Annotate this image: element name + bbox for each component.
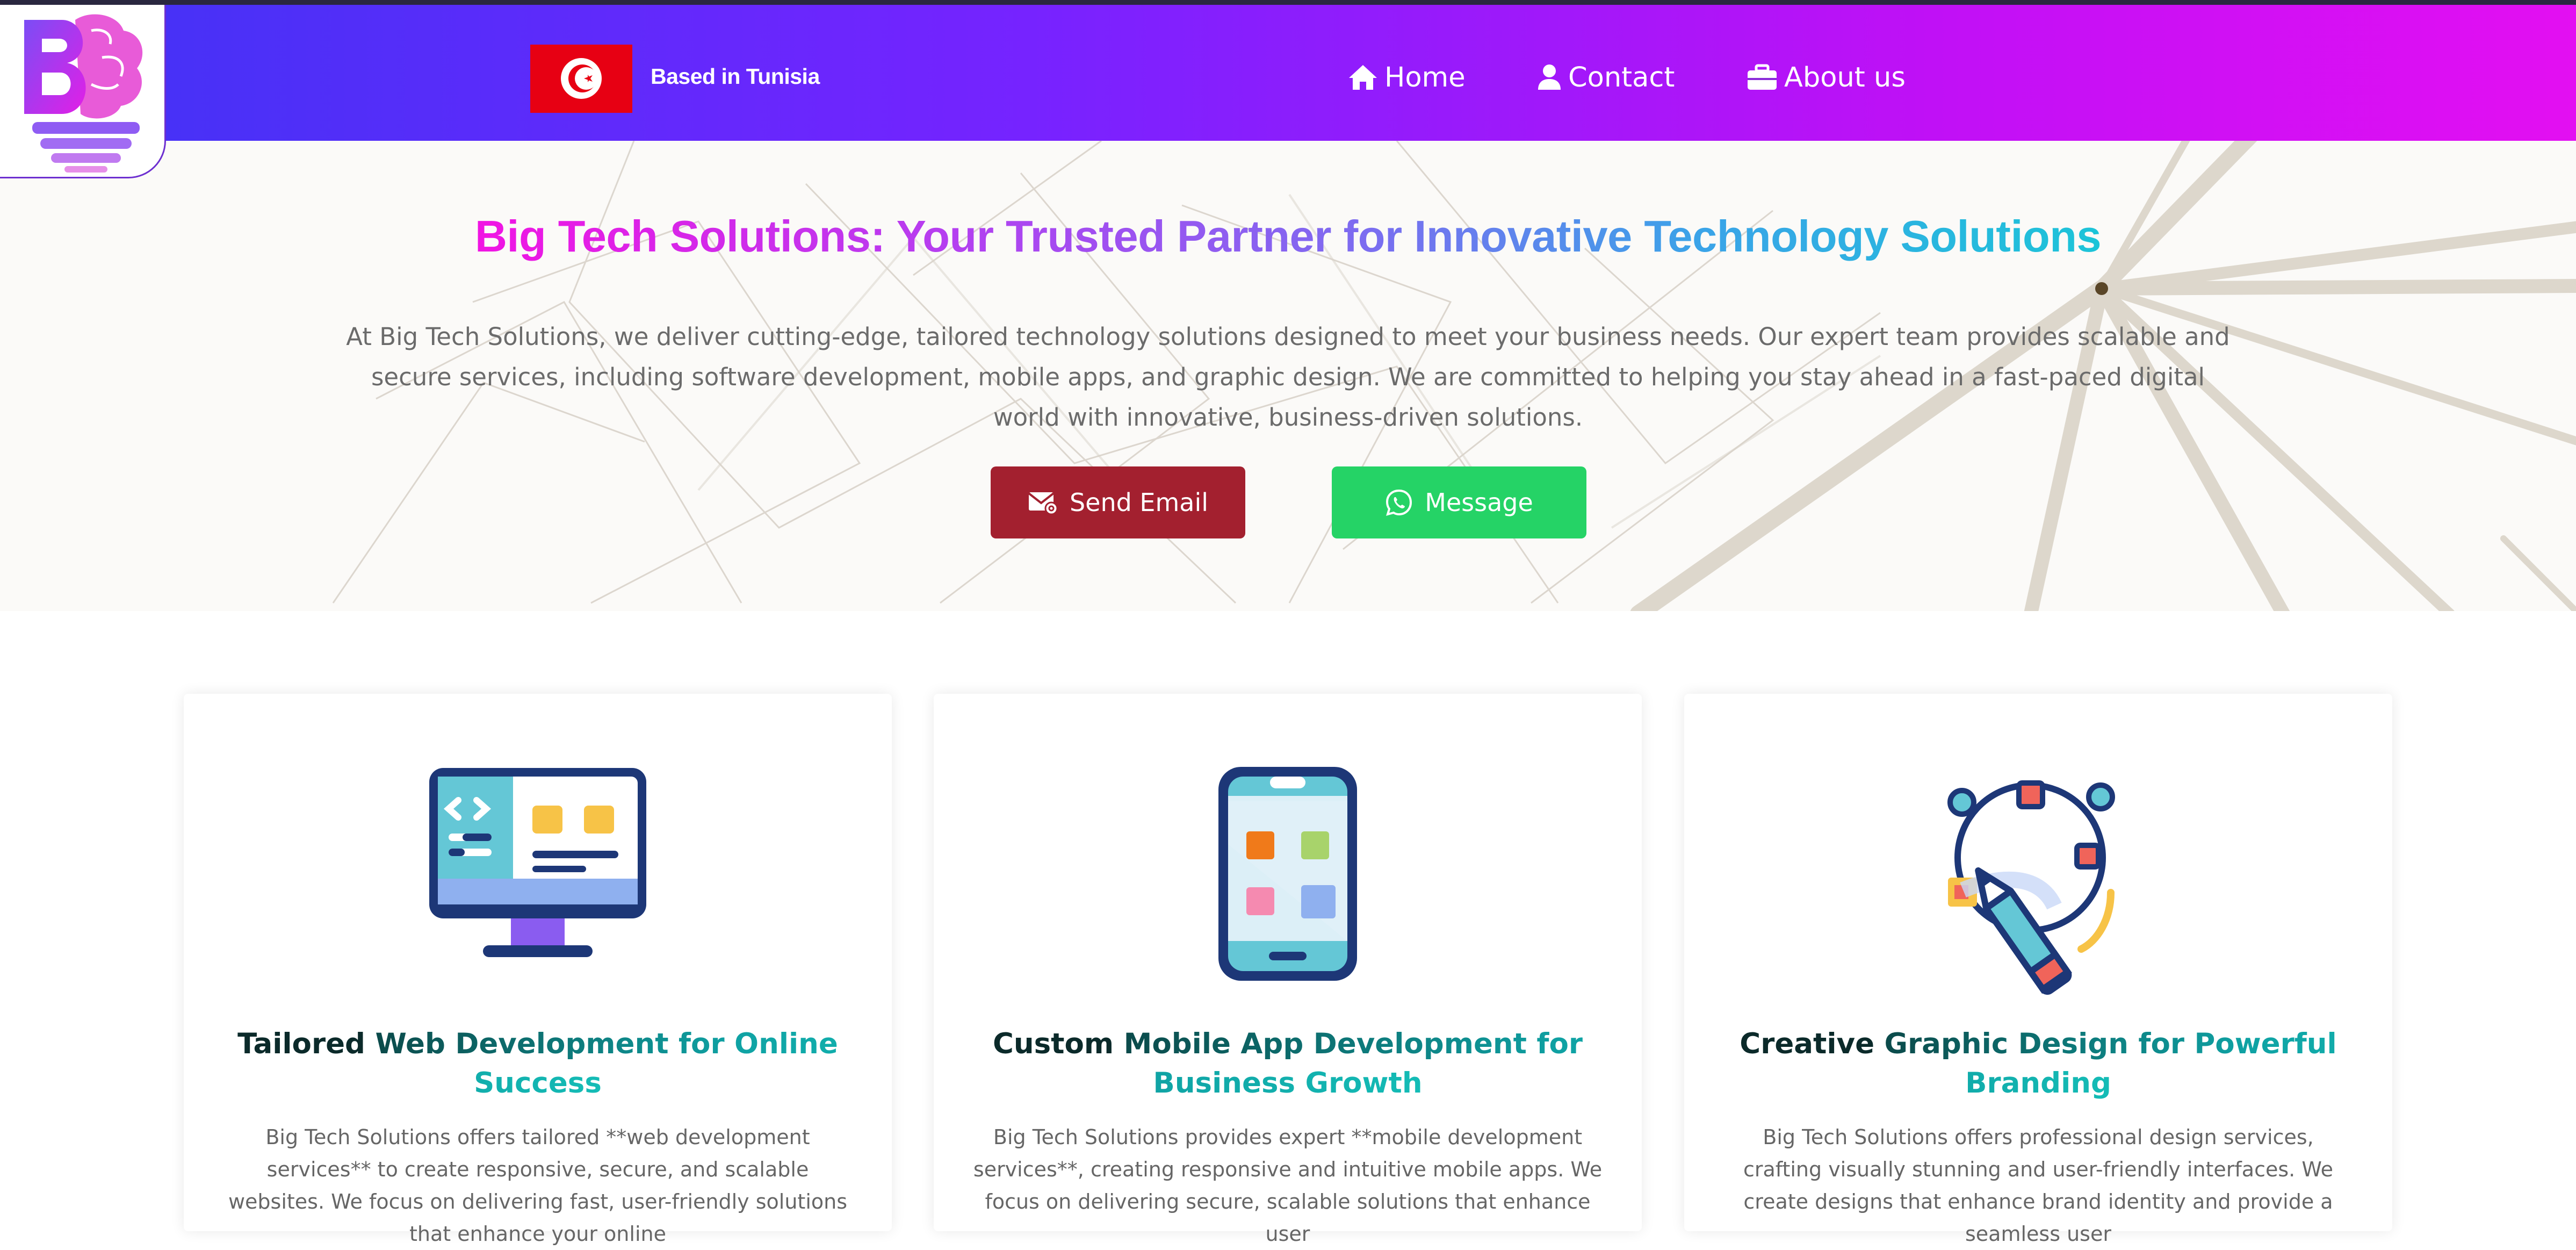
whatsapp-icon (1386, 489, 1412, 516)
user-icon (1538, 64, 1561, 90)
service-title-prefix: Custom (992, 1028, 1124, 1060)
service-title: Custom Mobile App Development for Busine… (966, 1024, 1610, 1103)
service-description: Big Tech Solutions provides expert **mob… (973, 1125, 1603, 1246)
mobile-app-icon (934, 764, 1642, 989)
send-email-label: Send Email (1069, 488, 1209, 517)
top-border (0, 0, 2576, 5)
brain-bulb-logo-icon (24, 14, 143, 173)
service-title: Creative Graphic Design for Powerful Bra… (1716, 1024, 2360, 1103)
service-card-design: Creative Graphic Design for Powerful Bra… (1684, 694, 2392, 1246)
nav-about[interactable]: About us (1747, 59, 1906, 96)
hero-section: Big Tech Solutions: Your Trusted Partner… (0, 141, 2576, 611)
location-label: Based in Tunisia (651, 64, 820, 89)
nav-contact[interactable]: Contact (1537, 59, 1675, 96)
send-email-button[interactable]: Send Email (991, 466, 1245, 538)
service-card-web: Tailored Web Development for Online Succ… (184, 694, 892, 1246)
briefcase-icon (1748, 64, 1777, 90)
nav-contact-label: Contact (1568, 61, 1675, 94)
service-title-prefix: Creative (1740, 1028, 1885, 1060)
hero-title-text: Big Tech Solutions: Your Trusted Partner… (474, 211, 2102, 261)
service-card-mobile: Custom Mobile App Development for Busine… (934, 694, 1642, 1246)
service-title-accent: Graphic Design for Powerful Branding (1884, 1028, 2337, 1100)
message-button[interactable]: Message (1332, 466, 1586, 538)
desktop-web-icon (184, 764, 892, 989)
service-title-accent: Web Development for Online Success (375, 1028, 838, 1100)
nav-about-label: About us (1784, 61, 1906, 94)
site-logo[interactable] (0, 5, 166, 178)
service-description: Big Tech Solutions offers professional d… (1743, 1125, 2334, 1246)
hero-title: Big Tech Solutions: Your Trusted Partner… (0, 211, 2576, 262)
hero-description: At Big Tech Solutions, we deliver cuttin… (346, 322, 2230, 432)
home-icon (1349, 65, 1377, 90)
message-label: Message (1425, 488, 1533, 517)
tunisia-flag (530, 45, 632, 113)
service-title-accent: Mobile App Development for Business Grow… (1123, 1028, 1583, 1100)
site-header: Based in Tunisia Home Contact About us (0, 5, 2576, 141)
nav-home-label: Home (1384, 61, 1466, 94)
service-description: Big Tech Solutions offers tailored **web… (228, 1125, 848, 1246)
service-title: Tailored Web Development for Online Succ… (216, 1024, 860, 1103)
nav-home[interactable]: Home (1348, 59, 1466, 96)
service-title-prefix: Tailored (237, 1028, 376, 1060)
graphic-design-pen-icon (1684, 764, 2392, 995)
email-icon (1028, 492, 1058, 515)
tunisia-crescent-icon (561, 58, 602, 99)
